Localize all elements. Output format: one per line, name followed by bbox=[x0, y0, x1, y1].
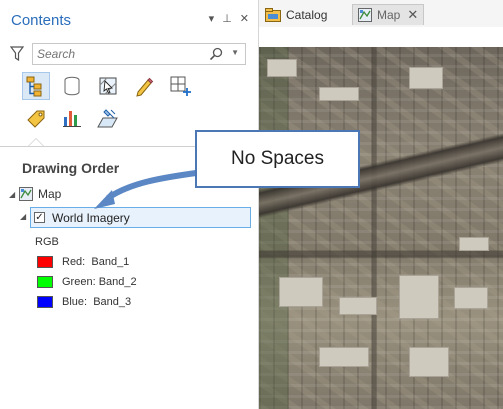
map-feature bbox=[459, 237, 489, 251]
close-icon[interactable]: ✕ bbox=[407, 7, 418, 23]
contents-pane: Contents ▾ ⊥ ✕ ▼ bbox=[0, 0, 259, 409]
green-swatch[interactable] bbox=[37, 276, 53, 288]
map-feature bbox=[319, 347, 369, 367]
map-icon bbox=[358, 8, 372, 22]
pencil-icon bbox=[136, 77, 154, 97]
red-swatch[interactable] bbox=[37, 256, 53, 268]
band-channel: Blue: bbox=[62, 296, 88, 308]
toolbar-indicator bbox=[28, 138, 44, 146]
band-row-green[interactable]: Green: Band_2 bbox=[37, 276, 137, 288]
list-by-source-button[interactable] bbox=[58, 72, 86, 100]
map-view-header bbox=[259, 27, 503, 48]
map-feature bbox=[319, 87, 359, 101]
search-box[interactable]: ▼ bbox=[32, 43, 246, 65]
list-by-selection-button[interactable] bbox=[94, 72, 122, 100]
map-feature bbox=[339, 297, 377, 315]
section-title: Drawing Order bbox=[22, 160, 120, 176]
chart-icon bbox=[63, 111, 81, 127]
label-tag-icon bbox=[27, 110, 45, 128]
tab-catalog[interactable]: Catalog bbox=[265, 4, 347, 25]
renderer-label: RGB bbox=[35, 236, 59, 248]
list-by-snapping-button[interactable] bbox=[166, 72, 194, 100]
pane-menu-button[interactable]: ▾ bbox=[209, 12, 215, 25]
layer-world-imagery[interactable]: ✓ World Imagery bbox=[30, 207, 251, 228]
search-options-icon[interactable]: ▼ bbox=[231, 48, 239, 57]
map-feature bbox=[279, 277, 323, 307]
tab-bar: Catalog Map ✕ bbox=[259, 0, 503, 28]
pane-close-button[interactable]: ✕ bbox=[240, 12, 249, 25]
snapping-icon bbox=[170, 76, 191, 96]
perspective-icon bbox=[97, 109, 118, 128]
map-view[interactable] bbox=[259, 47, 503, 409]
band-row-red[interactable]: Red: Band_1 bbox=[37, 256, 129, 268]
database-icon bbox=[64, 76, 80, 96]
map-icon bbox=[19, 187, 33, 201]
map-feature bbox=[267, 59, 297, 77]
list-by-perspective-button[interactable] bbox=[94, 104, 122, 132]
band-channel: Green: bbox=[62, 276, 96, 288]
map-node-label: Map bbox=[38, 187, 62, 201]
blue-swatch[interactable] bbox=[37, 296, 53, 308]
band-row-blue[interactable]: Blue: Band_3 bbox=[37, 296, 131, 308]
selection-icon bbox=[99, 77, 117, 95]
search-input[interactable] bbox=[37, 46, 207, 62]
band-channel: Red: bbox=[62, 256, 86, 268]
tab-map[interactable]: Map ✕ bbox=[352, 4, 424, 25]
band-name: Band_3 bbox=[93, 296, 132, 308]
tab-label: Catalog bbox=[286, 7, 328, 22]
pane-title: Contents bbox=[11, 12, 72, 29]
list-by-editing-button[interactable] bbox=[130, 72, 158, 100]
callout-box: No Spaces bbox=[195, 130, 360, 188]
band-name: Band_1 bbox=[91, 256, 130, 268]
collapse-icon[interactable]: ◢ bbox=[9, 190, 19, 199]
tree-icon bbox=[26, 76, 42, 97]
list-by-drawing-order-button[interactable] bbox=[22, 72, 50, 100]
map-node[interactable]: ◢ Map bbox=[9, 187, 61, 201]
map-feature bbox=[409, 67, 443, 89]
tab-label: Map bbox=[377, 8, 401, 22]
map-feature bbox=[454, 287, 488, 309]
catalog-icon bbox=[265, 7, 281, 22]
map-feature bbox=[409, 347, 449, 377]
filter-icon[interactable] bbox=[10, 46, 24, 62]
search-icon[interactable] bbox=[209, 47, 223, 61]
pane-pin-button[interactable]: ⊥ bbox=[222, 12, 232, 25]
map-feature bbox=[399, 275, 439, 319]
layer-collapse-icon[interactable]: ◢ bbox=[20, 212, 30, 221]
document-area: Catalog Map ✕ bbox=[259, 0, 503, 409]
band-name: Band_2 bbox=[98, 276, 137, 288]
layer-visibility-checkbox[interactable]: ✓ bbox=[34, 212, 45, 223]
list-by-labeling-button[interactable] bbox=[22, 104, 50, 132]
layer-label: World Imagery bbox=[52, 211, 130, 225]
list-by-charts-button[interactable] bbox=[58, 104, 86, 132]
pane-controls: ▾ ⊥ ✕ bbox=[209, 12, 249, 25]
